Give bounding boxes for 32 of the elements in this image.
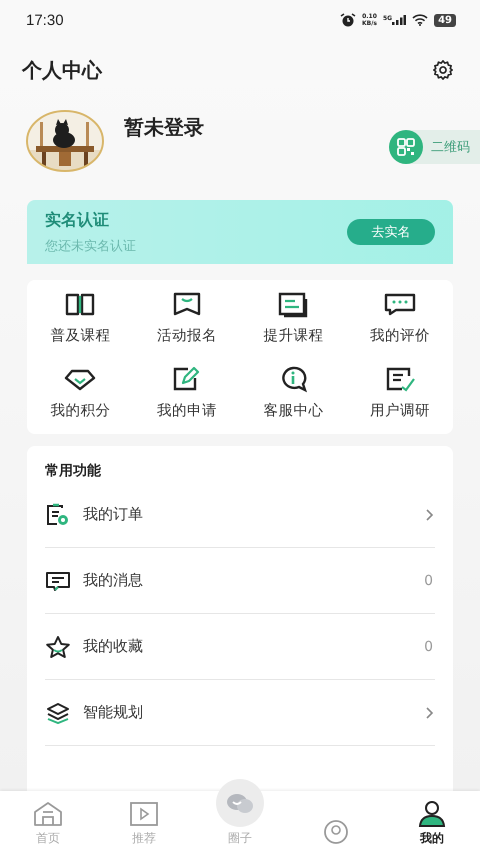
star-icon [45,634,71,658]
section-title: 常用功能 [45,462,102,481]
video-icon [127,800,161,828]
shortcut-item[interactable]: 我的评价 [346,290,453,345]
shortcut-item[interactable]: 客服中心 [240,365,346,420]
shortcut-item[interactable]: 提升课程 [240,290,346,345]
shortcut-item[interactable]: 我的申请 [134,365,240,420]
banner-subtitle: 您还未实名认证 [45,238,136,254]
shortcut-item[interactable]: 普及课程 [27,290,134,345]
wifi-icon [412,14,428,26]
menu-row[interactable]: 我的订单 [45,482,435,548]
shortcut-item[interactable]: 活动报名 [134,290,240,345]
home-icon [31,800,65,828]
banner-title: 实名认证 [45,210,110,230]
receipt-icon [45,502,71,526]
settings-icon[interactable] [432,59,454,81]
layers-icon [45,700,71,724]
chevron-right-icon [425,706,435,720]
login-status[interactable]: 暂未登录 [124,114,204,141]
shortcut-item[interactable]: 用户调研 [346,365,453,420]
qr-code-icon [389,130,423,164]
menu-row[interactable]: 我的消息 0 [45,548,435,614]
status-time: 17:30 [26,12,64,28]
tab-item[interactable]: 我的 [384,791,480,853]
page-title: 个人中心 [22,56,102,84]
chevron-right-icon [425,508,435,522]
shortcut-item[interactable]: 我的积分 [27,365,134,420]
battery-level: 49 [434,14,456,26]
signal-icon [392,15,406,25]
menu-row[interactable]: 智能规划 [45,680,435,746]
alarm-icon [340,13,356,27]
menu-row[interactable]: 我的收藏 0 [45,614,435,680]
